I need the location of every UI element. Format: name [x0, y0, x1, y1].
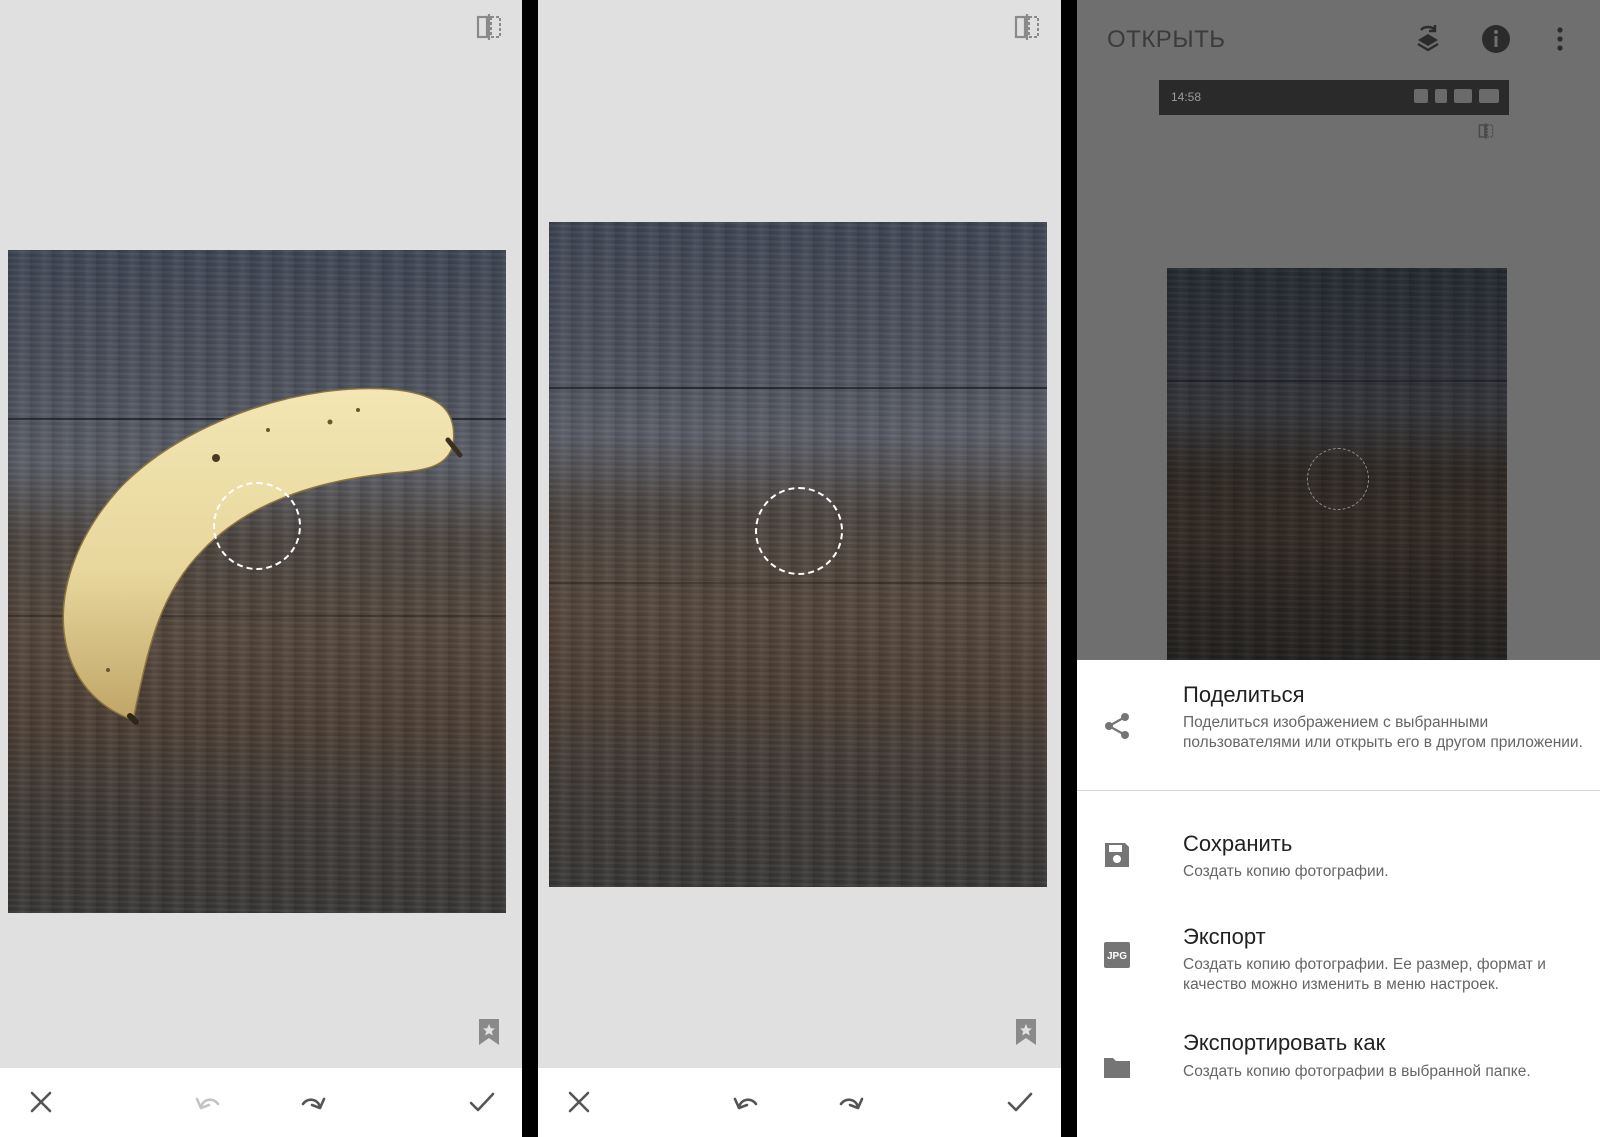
open-button[interactable]: ОТКРЫТЬ — [1107, 26, 1225, 54]
bottom-toolbar — [538, 1068, 1061, 1137]
check-icon[interactable] — [465, 1085, 499, 1119]
compare-icon — [1477, 122, 1495, 140]
option-title: Сохранить — [1183, 831, 1293, 856]
save-option[interactable]: Сохранить Создать копию фотографии. — [1077, 791, 1600, 895]
save-icon — [1101, 839, 1133, 871]
photo-preview — [1167, 268, 1507, 660]
wood-seam — [1167, 380, 1507, 382]
bookmark-star-icon[interactable] — [1014, 1017, 1038, 1047]
photo-canvas[interactable] — [549, 222, 1047, 887]
option-title: Экспорт — [1183, 924, 1266, 949]
app-header: ОТКРЫТЬ — [1077, 0, 1600, 78]
option-title: Поделиться — [1183, 682, 1305, 707]
redo-icon[interactable] — [834, 1085, 868, 1119]
heal-brush-circle — [1307, 448, 1369, 510]
photo-canvas[interactable] — [8, 250, 506, 913]
status-icons — [1414, 89, 1499, 103]
option-description: Создать копию фотографии в выбранной пап… — [1183, 1063, 1531, 1080]
wood-seam — [549, 387, 1047, 389]
undo-icon[interactable] — [191, 1085, 225, 1119]
status-time: 14:58 — [1171, 90, 1202, 104]
layers-refresh-icon[interactable] — [1411, 22, 1445, 56]
folder-icon — [1101, 1051, 1133, 1083]
banana-image — [62, 387, 463, 725]
undo-icon[interactable] — [729, 1085, 763, 1119]
option-title: Экспортировать как — [1183, 1030, 1386, 1055]
editor-panel-before — [0, 0, 522, 1137]
jpg-icon: JPG — [1101, 939, 1133, 971]
option-description: Создать копию фотографии. — [1183, 863, 1389, 880]
option-description: Поделиться изображением с выбранными пол… — [1183, 714, 1583, 751]
embedded-status-bar: 14:58 — [1159, 80, 1509, 115]
redo-icon[interactable] — [296, 1085, 330, 1119]
share-icon — [1101, 710, 1133, 742]
export-bottom-sheet: Поделиться Поделиться изображением с выб… — [1077, 660, 1600, 1137]
info-icon[interactable] — [1479, 22, 1513, 56]
bottom-toolbar — [0, 1068, 522, 1137]
more-vert-icon[interactable] — [1543, 22, 1577, 56]
share-option[interactable]: Поделиться Поделиться изображением с выб… — [1077, 660, 1600, 790]
close-icon[interactable] — [24, 1085, 58, 1119]
editor-panel-after — [538, 0, 1061, 1137]
wood-seam — [549, 582, 1047, 584]
signal-icon — [1454, 89, 1472, 103]
close-icon[interactable] — [562, 1085, 596, 1119]
battery-icon — [1479, 89, 1499, 103]
export-as-option[interactable]: Экспортировать как Создать копию фотогра… — [1077, 1003, 1600, 1137]
compare-icon[interactable] — [474, 12, 504, 42]
compare-icon[interactable] — [1012, 12, 1042, 42]
option-description: Создать копию фотографии. Ее размер, фор… — [1183, 956, 1546, 993]
bookmark-star-icon[interactable] — [477, 1017, 501, 1047]
jpg-icon-label: JPG — [1107, 951, 1127, 962]
export-menu-panel: ОТКРЫТЬ 14:58 Поделиться Поделиться изоб… — [1077, 0, 1600, 1137]
screenshot-collage: ОТКРЫТЬ 14:58 Поделиться Поделиться изоб… — [0, 0, 1600, 1137]
heal-brush-circle[interactable] — [755, 487, 843, 575]
vibrate-icon — [1414, 89, 1428, 103]
check-icon[interactable] — [1003, 1085, 1037, 1119]
volte-icon — [1435, 89, 1447, 103]
heal-brush-circle[interactable] — [213, 482, 301, 570]
export-option[interactable]: JPG Экспорт Создать копию фотографии. Ее… — [1077, 895, 1600, 1003]
